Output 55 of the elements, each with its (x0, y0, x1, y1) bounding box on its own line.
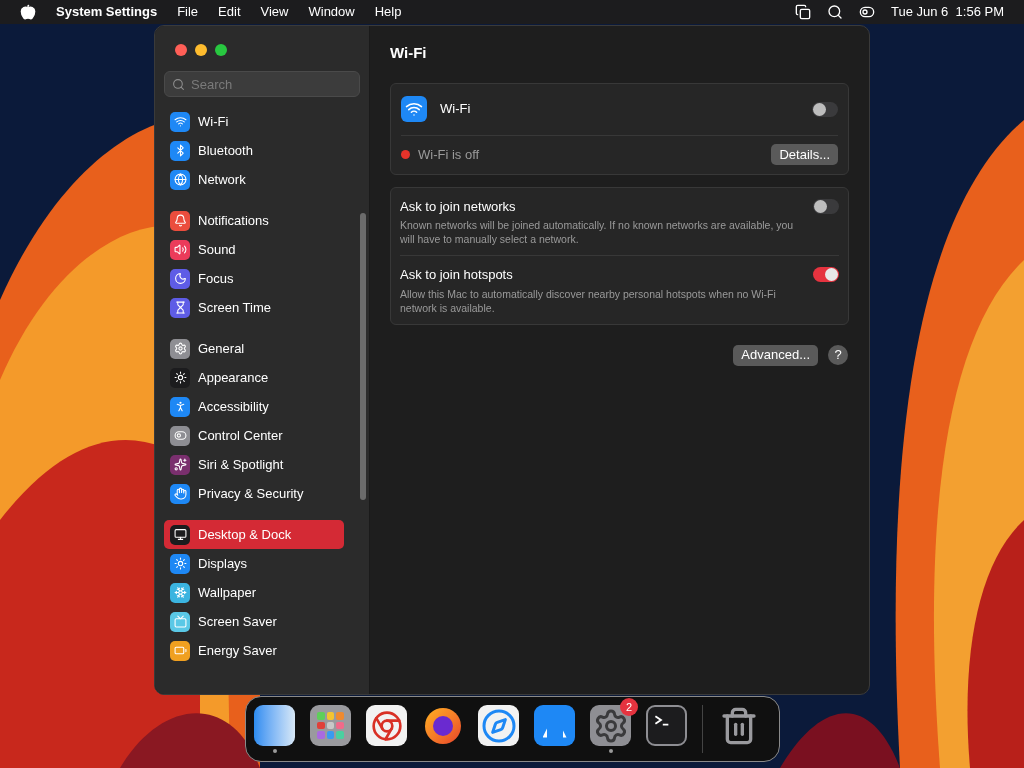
option-description: Allow this Mac to automatically discover nearby personal hotspots when no Wi-Fi network is available. (400, 286, 777, 315)
sidebar-item[interactable]: Notifications (164, 206, 344, 235)
sidebar-item[interactable]: Energy Saver (164, 636, 344, 665)
zoom-button[interactable] (215, 44, 227, 56)
terminal-icon[interactable] (646, 705, 687, 746)
details-button[interactable]: Details... (771, 144, 838, 165)
menu-item[interactable]: Window (308, 2, 355, 22)
toggle-switch[interactable] (813, 267, 839, 282)
sidebar-item[interactable]: Displays (164, 549, 344, 578)
scrollbar[interactable] (360, 213, 366, 500)
sidebar-item[interactable]: Control Center (164, 421, 344, 450)
option-title: Ask to join networks (400, 197, 517, 216)
page-title: Wi-Fi (390, 43, 428, 63)
help-button[interactable]: ? (828, 345, 848, 365)
apple-icon[interactable] (20, 4, 36, 20)
wifi-label: Wi-Fi (440, 100, 472, 119)
advanced-button[interactable]: Advanced... (733, 344, 818, 366)
menu-item[interactable]: View (260, 2, 289, 22)
sidebar-item[interactable]: Desktop & Dock (164, 520, 344, 549)
sidebar-item[interactable]: Accessibility (164, 392, 344, 421)
settings-icon[interactable] (590, 705, 631, 746)
launchpad-icon[interactable] (310, 705, 351, 746)
minimize-button[interactable] (195, 44, 207, 56)
close-button[interactable] (175, 44, 187, 56)
screens-icon[interactable] (795, 4, 811, 20)
sidebar-item[interactable]: Network (164, 165, 344, 194)
chrome-icon[interactable] (366, 705, 407, 746)
option-description: Known networks will be joined automatically. If no known networks are available, you will have to manually select a network. (400, 218, 795, 246)
sidebar-item[interactable]: Screen Saver (164, 607, 344, 636)
wifi-icon (401, 96, 427, 122)
menu-item[interactable]: File (177, 2, 199, 22)
sidebar-item[interactable]: Wi-Fi (164, 107, 344, 136)
sidebar-item[interactable]: Bluetooth (164, 136, 344, 165)
control-center-icon[interactable] (859, 4, 875, 20)
notification-badge: 2 (620, 698, 638, 716)
search-icon (172, 78, 185, 91)
sidebar-item[interactable]: Privacy & Security (164, 479, 344, 508)
sidebar-item[interactable]: Appearance (164, 363, 344, 392)
sidebar-item[interactable]: Sound (164, 235, 344, 264)
search-icon[interactable] (827, 4, 843, 20)
sidebar-item[interactable]: Siri & Spotlight (164, 450, 344, 479)
sidebar-item[interactable]: Wallpaper (164, 578, 344, 607)
wifi-status: Wi-Fi is off (418, 145, 481, 164)
sidebar-item[interactable]: General (164, 334, 344, 363)
toggle-switch[interactable] (813, 198, 839, 214)
sidebar-item[interactable]: Screen Time (164, 293, 344, 322)
sidebar-item[interactable]: Focus (164, 264, 344, 293)
menu-item[interactable]: Help (374, 2, 402, 22)
search-field[interactable]: Search (164, 71, 360, 97)
safari-icon[interactable] (478, 705, 519, 746)
menu-clock[interactable]: Tue Jun 6 1:56 PM (891, 2, 1004, 22)
menu-item[interactable]: Edit (218, 2, 241, 22)
app-menu[interactable]: System Settings (56, 2, 158, 22)
option-title: Ask to join hotspots (400, 266, 514, 284)
toggle-switch[interactable] (812, 101, 838, 117)
